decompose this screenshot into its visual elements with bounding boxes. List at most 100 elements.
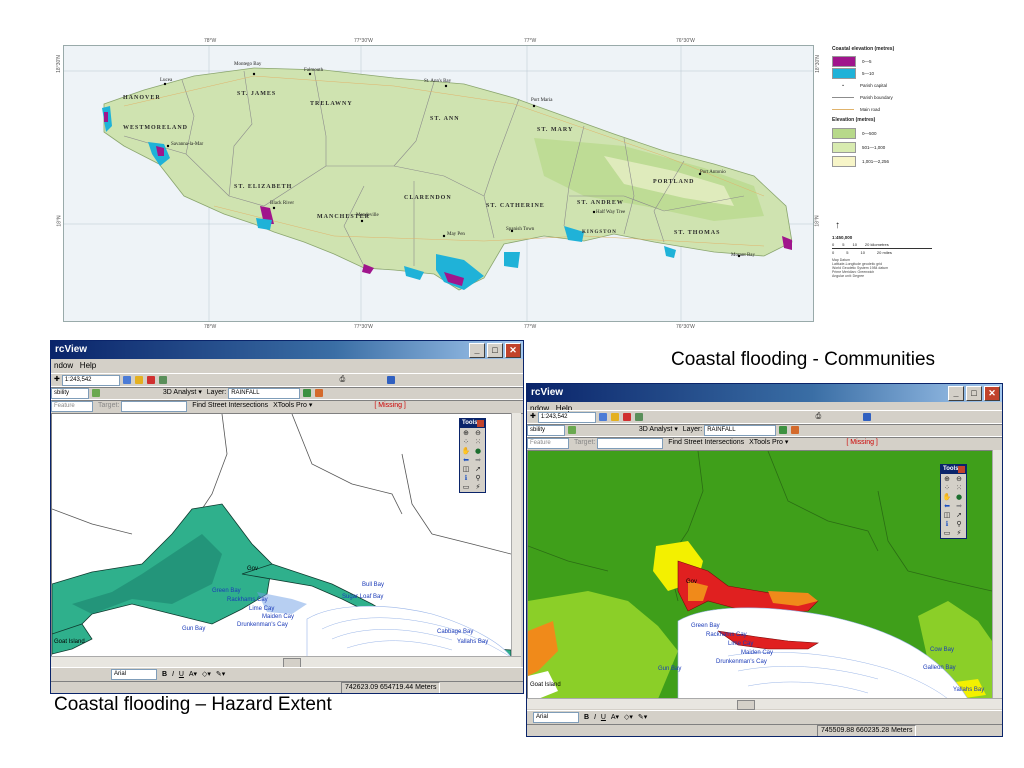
layer-combo[interactable]: RAINFALL [704,425,777,436]
zoom-in-icon[interactable]: ⊕ [942,475,952,483]
find-icon[interactable]: ⚲ [473,474,483,482]
fill-color-icon[interactable]: ◇▾ [202,668,211,682]
editor-icon[interactable] [610,413,619,421]
font-color-icon[interactable]: A▾ [189,668,197,682]
fixed-zoom-out-icon[interactable]: ⁙ [954,484,964,492]
line-color-icon[interactable]: ✎▾ [216,668,225,682]
target-combo[interactable] [597,438,664,449]
maximize-button[interactable]: □ [966,386,982,401]
3d-analyst-menu[interactable]: 3D Analyst ▾ [639,424,678,436]
minimize-button[interactable]: _ [948,386,964,401]
3d-analyst-menu[interactable]: 3D Analyst ▾ [163,387,202,399]
identify-icon[interactable]: ℹ [461,474,471,482]
feature-combo[interactable]: Feature [51,401,93,412]
select-elements-icon[interactable]: ➚ [473,465,483,473]
zoom-out-icon[interactable]: ⊖ [954,475,964,483]
bold-button[interactable]: B [162,668,167,682]
print-icon[interactable]: ⎙ [340,374,346,386]
fill-color-icon[interactable]: ◇▾ [624,711,633,725]
feature-combo[interactable]: Feature [527,438,569,449]
menu-help[interactable]: Help [80,361,96,370]
font-combo[interactable]: Arial [533,712,579,723]
street-intersections-button[interactable]: Find Street Intersections [192,400,268,412]
globe-icon[interactable] [863,413,872,421]
line-color-icon[interactable]: ✎▾ [638,711,647,725]
fixed-zoom-out-icon[interactable]: ⁙ [473,438,483,446]
forward-extent-icon[interactable]: ➡ [473,456,483,464]
missing-indicator[interactable]: [ Missing ] [374,400,406,412]
surface-icon[interactable] [303,389,312,397]
raster-icon[interactable] [91,389,100,397]
zoom-out-icon[interactable]: ⊖ [473,429,483,437]
zoom-in-icon[interactable]: ⊕ [461,429,471,437]
town-label: Lucea [160,78,173,83]
communities-map-view[interactable]: Gov Rackhams Cay Lime Cay Maiden Cay Dru… [527,450,993,700]
globe-icon[interactable] [387,376,396,384]
fixed-zoom-in-icon[interactable]: ⁘ [461,438,471,446]
underline-button[interactable]: U [179,668,184,682]
underline-button[interactable]: U [601,711,606,725]
hyperlink-icon[interactable]: ⚡ [954,529,964,537]
vertical-scrollbar[interactable] [511,413,521,656]
catalog-icon[interactable] [158,376,167,384]
back-extent-icon[interactable]: ⬅ [461,456,471,464]
vertical-scrollbar[interactable] [992,450,1002,698]
full-extent-icon[interactable]: ● [473,447,483,455]
scroll-thumb[interactable] [737,700,755,710]
italic-button[interactable]: I [172,668,174,682]
hyperlink-icon[interactable]: ⚡ [473,483,483,491]
layer-combo[interactable]: RAINFALL [228,388,301,399]
add-data-icon[interactable]: ✚ [530,411,536,423]
hazard-map-view[interactable]: Gov Rackhams Cay Lime Cay Maiden Cay Dru… [51,413,512,658]
status-bar: 742623.09 654719.44 Meters [51,681,523,693]
forward-extent-icon[interactable]: ➡ [954,502,964,510]
layers-icon[interactable] [122,376,131,384]
italic-button[interactable]: I [594,711,596,725]
select-features-icon[interactable]: ◫ [461,465,471,473]
raster-icon[interactable] [567,426,576,434]
identify-icon[interactable]: ℹ [942,520,952,528]
measure-icon[interactable]: ▭ [942,529,952,537]
visibility-combo[interactable]: sbility [527,425,565,436]
tools-close-icon[interactable] [477,420,484,427]
add-data-icon[interactable]: ✚ [54,374,60,386]
font-color-icon[interactable]: A▾ [611,711,619,725]
print-icon[interactable]: ⎙ [816,411,822,423]
target-combo[interactable] [121,401,188,412]
surface-icon[interactable] [779,426,788,434]
editor-icon[interactable] [134,376,143,384]
maximize-button[interactable]: □ [487,343,503,358]
tools-close-icon[interactable] [958,466,965,473]
minimize-button[interactable]: _ [469,343,485,358]
contour-icon[interactable] [315,389,324,397]
back-extent-icon[interactable]: ⬅ [942,502,952,510]
bold-button[interactable]: B [584,711,589,725]
close-button[interactable]: ✕ [984,386,1000,401]
select-elements-icon[interactable]: ➚ [954,511,964,519]
layers-icon[interactable] [598,413,607,421]
scale-tick: 0 [832,242,835,247]
find-icon[interactable]: ⚲ [954,520,964,528]
horizontal-scrollbar[interactable] [527,698,1002,710]
close-button[interactable]: ✕ [505,343,521,358]
fixed-zoom-in-icon[interactable]: ⁘ [942,484,952,492]
visibility-combo[interactable]: sbility [51,388,89,399]
scale-combo[interactable]: 1:243,542 [61,375,120,386]
xtools-menu[interactable]: XTools Pro ▾ [749,437,788,449]
street-intersections-button[interactable]: Find Street Intersections [668,437,744,449]
xtools-menu[interactable]: XTools Pro ▾ [273,400,312,412]
select-features-icon[interactable]: ◫ [942,511,952,519]
contour-icon[interactable] [791,426,800,434]
toolbox-icon[interactable] [622,413,631,421]
font-combo[interactable]: Arial [111,669,157,680]
catalog-icon[interactable] [634,413,643,421]
missing-indicator[interactable]: [ Missing ] [846,437,878,449]
pan-icon[interactable]: ✋ [461,447,471,455]
full-extent-icon[interactable]: ● [954,493,964,501]
menu-window[interactable]: ndow [54,361,73,370]
toolbox-icon[interactable] [146,376,155,384]
measure-icon[interactable]: ▭ [461,483,471,491]
horizontal-scrollbar[interactable] [51,656,521,668]
pan-icon[interactable]: ✋ [942,493,952,501]
scale-combo[interactable]: 1:243,542 [537,412,596,423]
